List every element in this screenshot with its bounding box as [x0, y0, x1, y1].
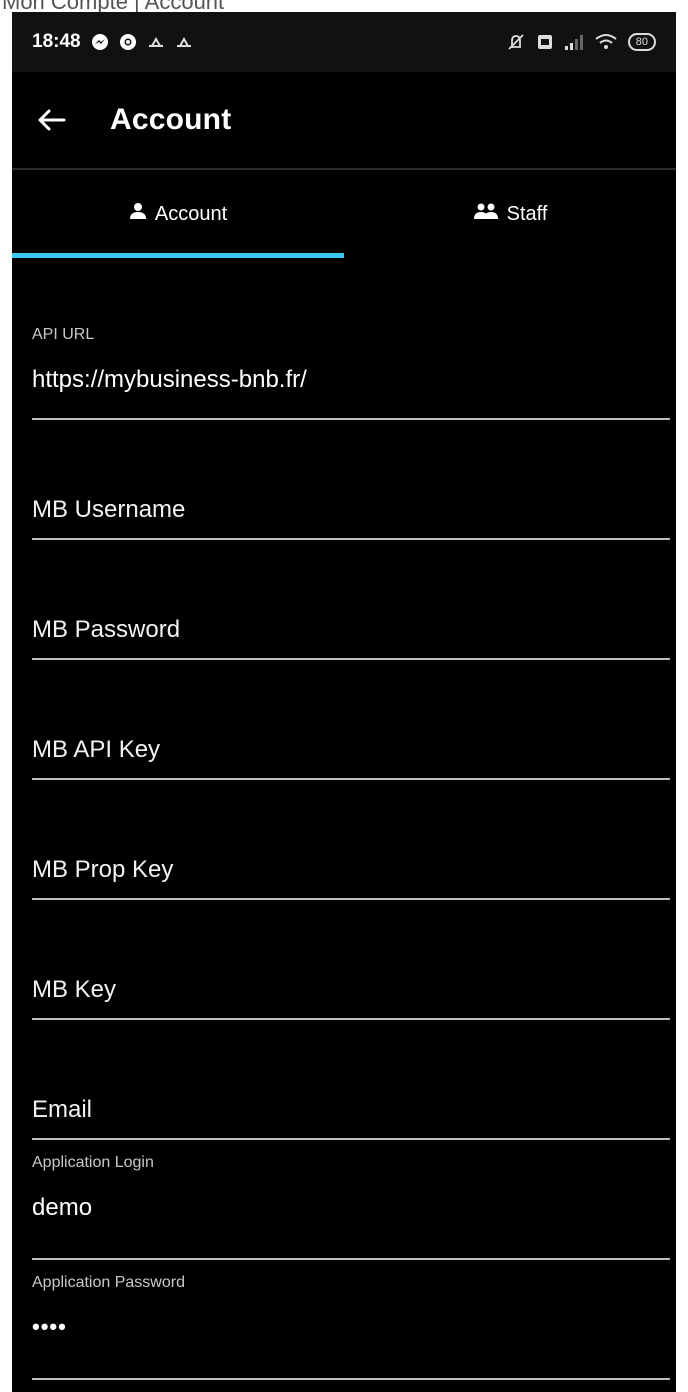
- application-login-value: demo: [32, 1194, 93, 1221]
- messenger-icon: [91, 33, 109, 51]
- application-password-value: ••••: [32, 1314, 67, 1339]
- mb-password-field[interactable]: MB Password: [32, 540, 670, 660]
- sim-icon: [536, 33, 554, 51]
- mb-key-placeholder: MB Key: [32, 976, 117, 1003]
- application-password-field[interactable]: Application Password ••••: [32, 1260, 670, 1380]
- page-caption: Mon Compte | Account: [0, 0, 688, 12]
- tab-staff-label: Staff: [506, 202, 548, 225]
- application-login-label: Application Login: [32, 1154, 154, 1171]
- signal-icon: [564, 33, 584, 51]
- mb-username-placeholder: MB Username: [32, 496, 186, 523]
- mb-password-placeholder: MB Password: [32, 616, 181, 643]
- mb-prop-key-field[interactable]: MB Prop Key: [32, 780, 670, 900]
- mute-icon: [506, 32, 526, 52]
- mb-key-field[interactable]: MB Key: [32, 900, 670, 1020]
- api-url-field[interactable]: API URL https://mybusiness-bnb.fr/: [32, 258, 670, 420]
- mb-prop-key-placeholder: MB Prop Key: [32, 856, 174, 883]
- cloud-upload-icon-2: [175, 34, 193, 50]
- mb-api-key-placeholder: MB API Key: [32, 736, 161, 763]
- chrome-icon: [119, 33, 137, 51]
- tab-bar: Account Staff: [12, 170, 676, 258]
- mb-username-field[interactable]: MB Username: [32, 420, 670, 540]
- battery-indicator: 80: [627, 33, 656, 51]
- email-field[interactable]: Email: [32, 1020, 670, 1140]
- status-time: 18:48: [32, 31, 81, 52]
- status-bar: 18:48 80: [12, 12, 676, 72]
- application-login-field[interactable]: Application Login demo: [32, 1140, 670, 1260]
- person-icon: [129, 202, 147, 226]
- tab-staff[interactable]: Staff: [344, 170, 676, 258]
- back-arrow-icon[interactable]: [36, 104, 68, 136]
- wifi-icon: [594, 33, 618, 51]
- page-title: Account: [110, 103, 232, 136]
- phone-screen: 18:48 80 Account Account Staff API URL h…: [12, 12, 676, 1392]
- email-placeholder: Email: [32, 1096, 93, 1123]
- account-form: API URL https://mybusiness-bnb.fr/ MB Us…: [32, 258, 670, 1380]
- app-bar: Account: [12, 72, 676, 170]
- tab-account-label: Account: [154, 202, 228, 225]
- tab-account[interactable]: Account: [12, 170, 344, 258]
- people-icon: [473, 202, 499, 226]
- application-password-label: Application Password: [32, 1274, 185, 1291]
- mb-api-key-field[interactable]: MB API Key: [32, 660, 670, 780]
- cloud-upload-icon: [147, 34, 165, 50]
- api-url-value: https://mybusiness-bnb.fr/: [32, 366, 307, 393]
- api-url-label: API URL: [32, 326, 95, 343]
